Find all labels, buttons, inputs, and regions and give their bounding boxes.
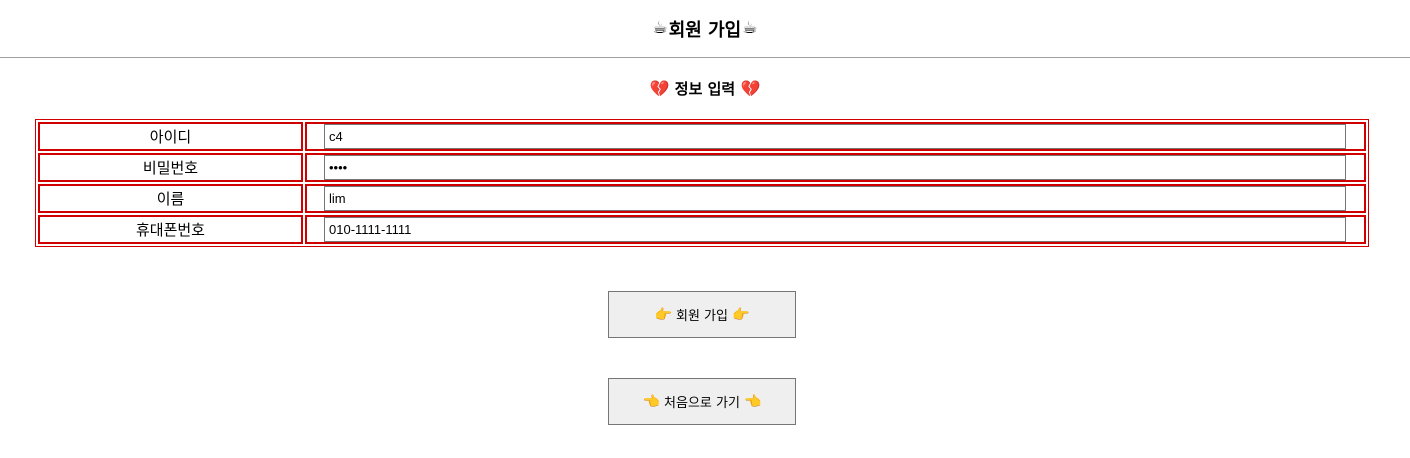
coffee-icon: ☕	[652, 18, 668, 38]
coffee-icon: ☕	[742, 18, 758, 38]
broken-heart-icon: 💔	[740, 79, 761, 98]
form-row-id: 아이디	[38, 122, 1366, 151]
go-home-button[interactable]: 👈 처음으로 가기 👈	[608, 378, 796, 425]
signup-form-table: 아이디 비밀번호 이름 휴대폰번호	[35, 119, 1369, 247]
form-row-phone: 휴대폰번호	[38, 215, 1366, 244]
phone-input[interactable]	[324, 217, 1346, 242]
id-input[interactable]	[324, 124, 1346, 149]
pointing-left-icon: 👈	[642, 393, 661, 410]
id-label: 아이디	[38, 122, 303, 151]
pointing-right-icon: 👉	[731, 306, 750, 323]
go-home-button-label: 처음으로 가기	[664, 396, 740, 411]
password-label: 비밀번호	[38, 153, 303, 182]
form-row-password: 비밀번호	[38, 153, 1366, 182]
broken-heart-icon: 💔	[649, 79, 670, 98]
form-row-name: 이름	[38, 184, 1366, 213]
page-title: ☕ 회원 가입 ☕	[652, 16, 757, 42]
pointing-left-icon: 👈	[743, 393, 762, 410]
name-input[interactable]	[324, 186, 1346, 211]
signup-button-label: 회원 가입	[676, 309, 728, 324]
phone-label: 휴대폰번호	[38, 215, 303, 244]
password-input[interactable]	[324, 155, 1346, 180]
page-title-text: 회원 가입	[668, 19, 742, 41]
page-header: ☕ 회원 가입 ☕	[0, 0, 1410, 58]
pointing-right-icon: 👉	[654, 306, 672, 323]
section-title-text: 정보 입력	[674, 80, 736, 98]
section-title: 💔 정보 입력 💔	[0, 78, 1410, 99]
name-label: 이름	[38, 184, 303, 213]
signup-button[interactable]: 👉 회원 가입 👉	[608, 291, 796, 338]
